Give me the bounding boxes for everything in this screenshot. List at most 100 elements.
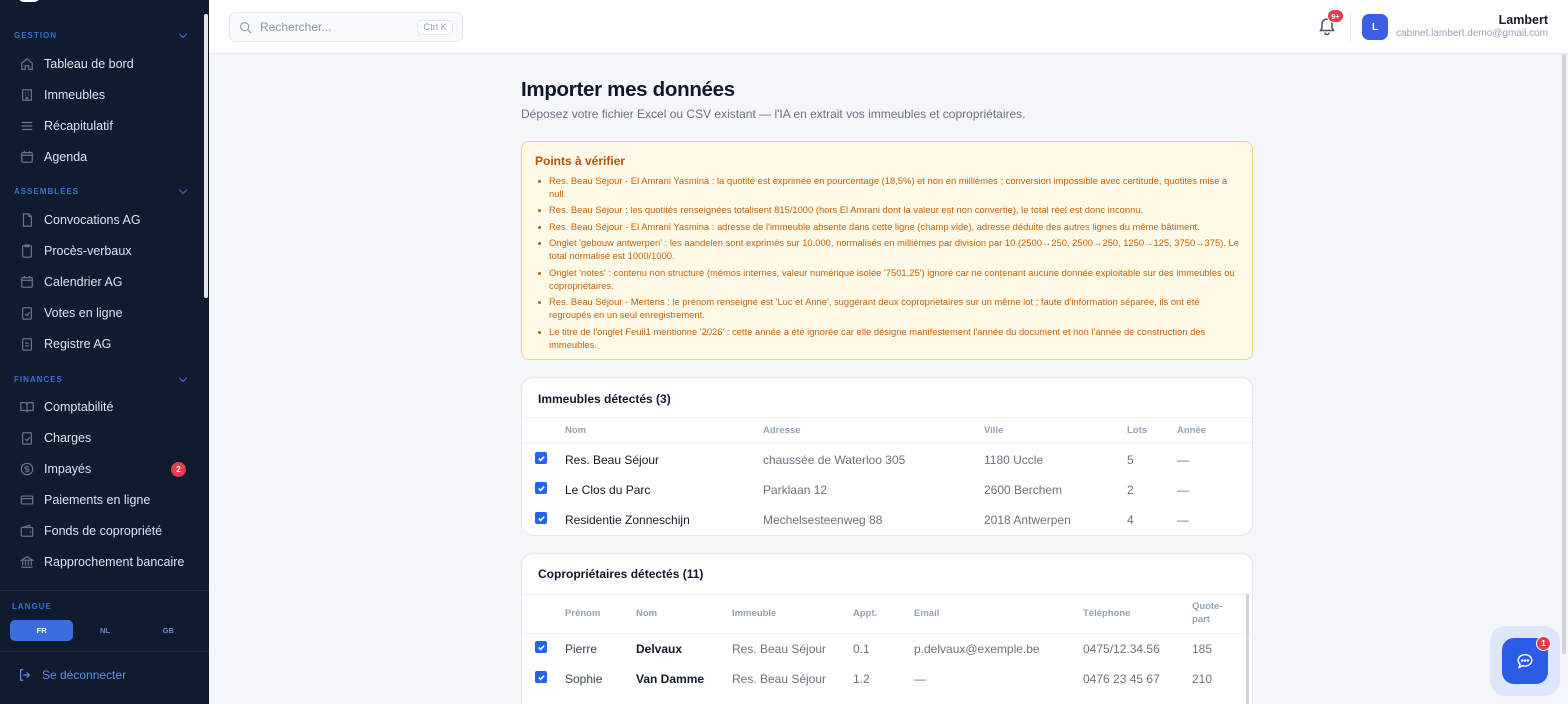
calendar-icon [20,150,34,164]
search-box[interactable]: Ctrl K [229,12,463,42]
sidebar-item-paiements-en-ligne[interactable]: Paiements en ligne [10,487,196,513]
column-header-telephone[interactable]: Téléphone [1083,608,1131,619]
owners-table-scrollbar[interactable] [1246,594,1249,704]
column-header-lots[interactable]: Lots [1127,425,1147,436]
chat-badge: 1 [1536,636,1551,651]
cell-lots: 5 [1127,453,1134,467]
cell-nom: Le Clos du Parc [565,483,651,497]
cell-adresse: chaussée de Waterloo 305 [763,453,906,467]
owners-card: Copropriétaires détectés (11) Prénom Nom… [521,553,1253,704]
warning-item: Res. Beau Séjour : les quotités renseign… [535,204,1239,217]
cell-telephone: 0475/12.34.56 [1083,642,1160,656]
cell-annee: — [1177,513,1189,527]
cell-quote-part: 210 [1192,672,1213,686]
search-input[interactable] [260,20,410,34]
cell-nom: Res. Beau Séjour [565,453,660,467]
cell-quote-part: 185 [1192,642,1213,656]
divider [1350,13,1351,41]
sidebar-item-label: Agenda [44,150,88,164]
sidebar-item-label: Procès-verbaux [44,244,132,258]
warning-item: Onglet 'notes' : contenu non structuré (… [535,267,1239,293]
column-header-email[interactable]: Email [914,608,939,619]
sidebar-item-immeubles[interactable]: Immeubles [10,82,196,108]
divider [522,594,1252,595]
sidebar-item-calendrier-ag[interactable]: Calendrier AG [10,269,196,295]
cell-annee: — [1177,483,1189,497]
sidebar-item-label: Tableau de bord [44,57,134,71]
sidebar-item-label: Paiements en ligne [44,493,151,507]
page-title: Importer mes données [521,78,735,101]
cell-annee: — [1177,453,1189,467]
sidebar-item-label: Impayés [44,462,92,476]
calendar-icon [20,275,34,289]
sidebar-item-label: Immeubles [44,88,106,102]
column-header-prenom[interactable]: Prénom [565,608,600,619]
row-checkbox[interactable] [535,512,547,524]
column-header-annee[interactable]: Année [1177,425,1206,436]
app-logo[interactable] [18,0,40,2]
column-header-adresse[interactable]: Adresse [763,425,801,436]
sidebar-item-registre-ag[interactable]: Registre AG [10,331,196,357]
clipboard-icon [20,337,34,351]
logout-button[interactable]: Se déconnecter [18,668,126,682]
row-checkbox[interactable] [535,452,547,464]
wallet-icon [20,524,34,538]
building-icon [20,88,34,102]
column-header-appt[interactable]: Appt. [853,608,877,619]
avatar[interactable]: L [1362,14,1388,40]
book-icon [20,400,34,414]
section-label: GESTION [14,31,58,40]
cell-ville: 2600 Berchem [984,483,1063,497]
sidebar-item-label: Registre AG [44,337,112,351]
column-header-immeuble[interactable]: Immeuble [732,608,776,619]
row-checkbox[interactable] [535,671,547,683]
column-header-quote-part-2: part [1192,614,1210,625]
language-switcher: LANGUE FR NL GB [0,590,209,652]
row-checkbox[interactable] [535,641,547,653]
user-email: cabinet.lambert.demo@gmail.com [1396,28,1548,39]
column-header-nom[interactable]: Nom [636,608,657,619]
sidebar-item-impayes[interactable]: Impayés 2 [10,456,196,482]
section-finances[interactable]: FINANCES [14,373,190,384]
cell-lots: 4 [1127,513,1134,527]
section-gestion[interactable]: GESTION [14,29,190,40]
sidebar-item-proces-verbaux[interactable]: Procès-verbaux [10,238,196,264]
section-label: FINANCES [14,375,63,384]
warning-item: Le titre de l'onglet Feuil1 mentionne '2… [535,326,1239,352]
sidebar-item-rapprochement-bancaire[interactable]: Rapprochement bancaire [10,549,196,575]
sidebar-scrollbar[interactable] [204,14,208,298]
document-icon [20,213,34,227]
language-fr-button[interactable]: FR [10,620,74,641]
row-checkbox[interactable] [535,482,547,494]
sidebar-item-label: Votes en ligne [44,306,123,320]
sidebar-item-comptabilite[interactable]: Comptabilité [10,394,196,420]
sidebar-item-label: Convocations AG [44,213,141,227]
sidebar-item-recapitulatif[interactable]: Récapitulatif [10,113,196,139]
cell-adresse: Parklaan 12 [763,483,828,497]
sidebar-item-label: Récapitulatif [44,119,113,133]
language-gb-button[interactable]: GB [137,620,200,641]
column-header-quote-part[interactable]: Quote- [1192,601,1223,612]
user-name[interactable]: Lambert [1499,13,1548,27]
column-header-nom[interactable]: Nom [565,425,586,436]
section-assemblees[interactable]: ASSEMBLÉES [14,185,190,196]
clipboard-check-icon [20,306,34,320]
main-scrollbar[interactable] [1562,54,1566,654]
warning-item: Onglet 'gebouw antwerpen' : les aandelen… [535,237,1239,263]
sidebar-item-votes-en-ligne[interactable]: Votes en ligne [10,300,196,326]
cell-telephone: 0476 23 45 67 [1083,672,1160,686]
buildings-title: Immeubles détectés (3) [538,392,671,406]
sidebar-item-fonds-de-copropriete[interactable]: Fonds de copropriété [10,518,196,544]
warnings-panel: Points à vérifier Res. Beau Séjour - El … [521,141,1253,360]
unpaid-count-badge: 2 [171,461,186,477]
sidebar-item-convocations-ag[interactable]: Convocations AG [10,207,196,233]
sidebar-item-charges[interactable]: Charges [10,425,196,451]
divider [522,633,1252,634]
sidebar: GESTION Tableau de bord Immeubles Récapi… [0,0,209,704]
sidebar-item-agenda[interactable]: Agenda [10,144,196,170]
column-header-ville[interactable]: Ville [984,425,1003,436]
language-nl-button[interactable]: NL [73,620,136,641]
cell-immeuble: Res. Beau Séjour [732,642,827,656]
sidebar-item-tableau-de-bord[interactable]: Tableau de bord [10,51,196,77]
search-icon [239,21,252,34]
